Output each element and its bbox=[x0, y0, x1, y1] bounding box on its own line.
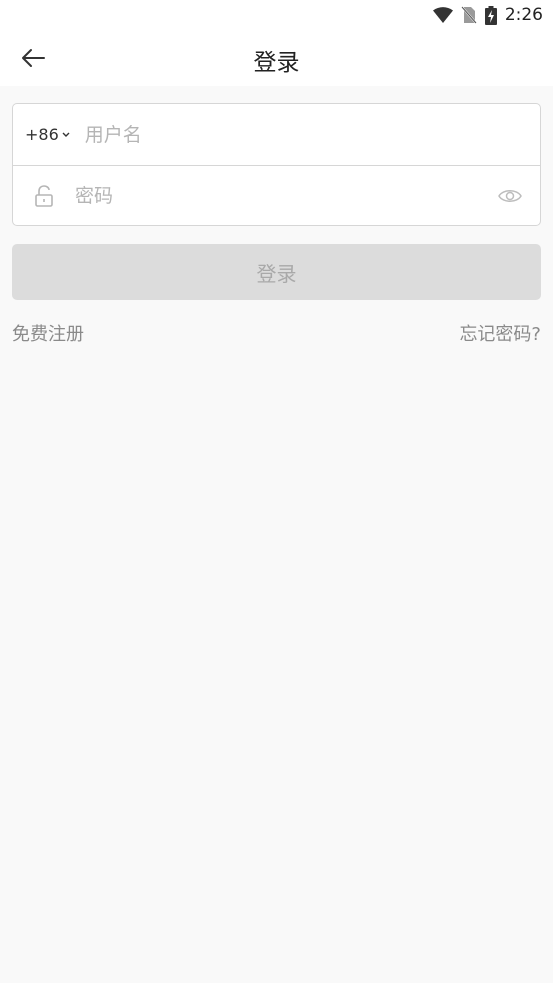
app-bar: 登录 bbox=[0, 30, 553, 86]
chevron-down-icon bbox=[62, 132, 70, 137]
no-sim-icon bbox=[461, 6, 477, 24]
lock-icon bbox=[35, 185, 53, 207]
password-input[interactable] bbox=[75, 176, 465, 216]
wifi-icon bbox=[432, 7, 453, 23]
username-row: +86 bbox=[13, 104, 540, 165]
status-bar: 2:26 bbox=[0, 0, 553, 30]
page-title: 登录 bbox=[253, 50, 300, 76]
login-button[interactable]: 登录 bbox=[12, 244, 541, 300]
country-code-selector[interactable]: +86 bbox=[25, 125, 71, 144]
battery-charging-icon bbox=[484, 5, 497, 25]
eye-icon[interactable] bbox=[498, 185, 522, 207]
forgot-password-link[interactable]: 忘记密码? bbox=[459, 320, 541, 346]
register-link[interactable]: 免费注册 bbox=[12, 320, 84, 346]
password-row bbox=[13, 165, 540, 226]
status-time: 2:26 bbox=[504, 5, 543, 25]
country-code-label: +86 bbox=[25, 125, 59, 144]
username-input[interactable] bbox=[84, 114, 505, 155]
login-form: +86 bbox=[12, 103, 541, 226]
